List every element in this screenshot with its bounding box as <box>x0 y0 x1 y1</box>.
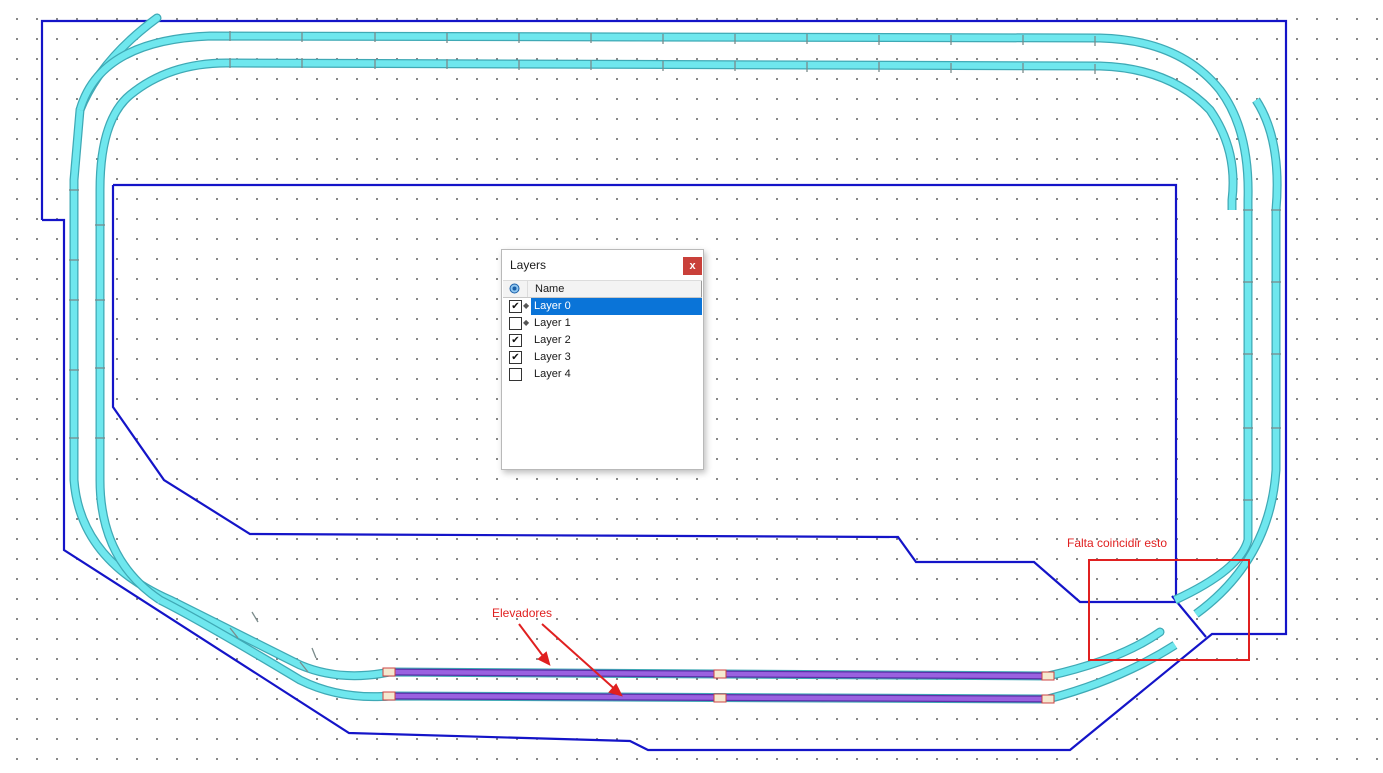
layers-panel-titlebar[interactable]: Layers x <box>502 250 703 280</box>
layer-visibility-checkbox[interactable] <box>509 368 522 381</box>
layer-visibility-checkbox[interactable]: ✔ <box>509 351 522 364</box>
layers-panel[interactable]: Layers x Name ✔ ◆ Layer 0 ◆ Layer 1 ✔ Layer 2 ✔… <box>501 249 704 470</box>
layer-row[interactable]: ✔ Layer 3 <box>503 349 702 366</box>
layers-column-header: Name <box>503 280 702 298</box>
layer-visibility-checkbox[interactable] <box>509 317 522 330</box>
mismatch-note: Falta coincidir esto <box>1067 536 1168 550</box>
layer-row[interactable]: ✔ Layer 2 <box>503 332 702 349</box>
layer-name[interactable]: Layer 3 <box>531 349 702 366</box>
layer-name[interactable]: Layer 0 <box>531 298 702 315</box>
elevator-arrows <box>518 623 623 697</box>
layer-name[interactable]: Layer 1 <box>531 315 702 332</box>
visibility-icon[interactable] <box>509 283 520 294</box>
layer-row[interactable]: ◆ Layer 1 <box>503 315 702 332</box>
layer-marker-icon: ◆ <box>523 318 530 327</box>
layer-visibility-checkbox[interactable]: ✔ <box>509 300 522 313</box>
name-column-header[interactable]: Name <box>527 281 702 297</box>
layers-panel-title: Layers <box>510 258 547 272</box>
close-button[interactable]: x <box>683 257 702 275</box>
layer-name[interactable]: Layer 2 <box>531 332 702 349</box>
layer-row[interactable]: ✔ ◆ Layer 0 <box>503 298 702 315</box>
elevators-note: Elevadores <box>492 606 553 620</box>
layer-name[interactable]: Layer 4 <box>531 366 702 383</box>
close-icon: x <box>689 260 696 272</box>
layer-marker-icon: ◆ <box>523 301 530 310</box>
layer-visibility-checkbox[interactable]: ✔ <box>509 334 522 347</box>
layer-row[interactable]: Layer 4 <box>503 366 702 383</box>
